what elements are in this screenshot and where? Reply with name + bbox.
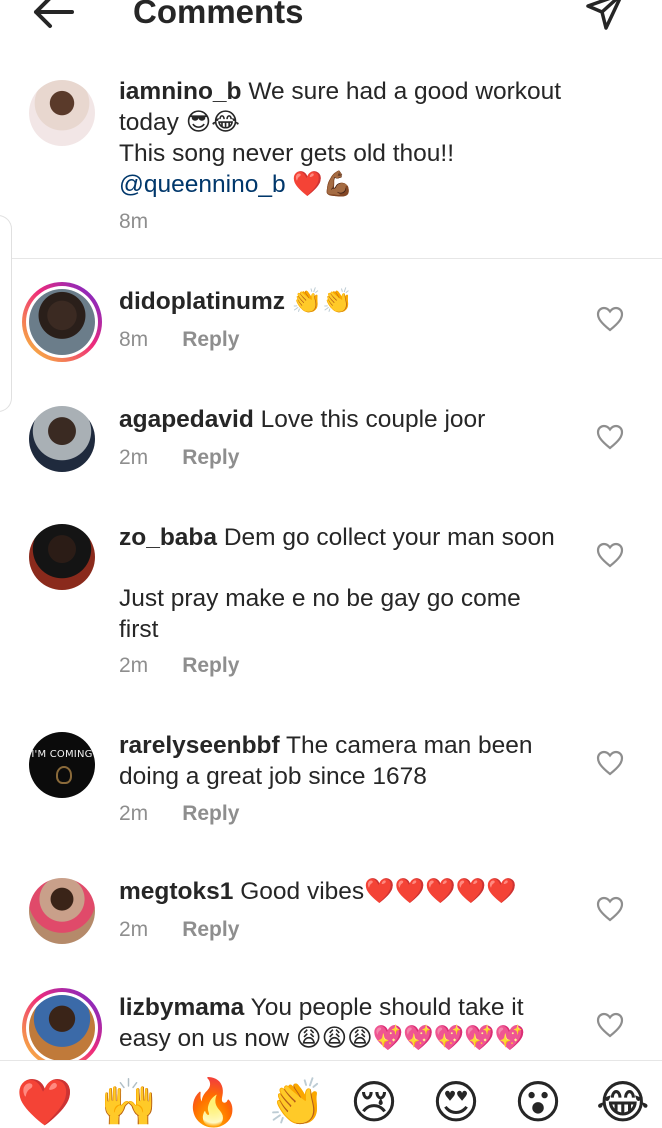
comment-time: 2m [119,918,149,941]
send-icon[interactable] [582,0,628,34]
comment-text-line2: doing a great job since 1678 [119,763,427,790]
divider [0,258,662,259]
heart-icon[interactable] [596,1012,624,1038]
comment-time: 8m [119,328,149,351]
caption-time: 8m [119,210,149,233]
reply-button[interactable]: Reply [182,802,239,825]
avatar[interactable] [29,80,95,146]
comment-text: Dem go collect your man soon [217,524,555,551]
heart-icon[interactable] [596,896,624,922]
comment-text: Good vibes❤️❤️❤️❤️❤️ [233,878,517,905]
avatar[interactable] [29,524,95,590]
comment-time: 2m [119,654,149,677]
avatar[interactable] [29,406,95,472]
emoji-reaction-bar: ❤️ 🙌 🔥 👏 😢 😍 😮 😂 [0,1060,662,1125]
emoji-clap-button[interactable]: 👏 [268,1079,325,1125]
comment-text-line2: easy on us now 😩😩😩💖💖💖💖💖 [119,1025,526,1052]
emoji-surprised-button[interactable]: 😮 [514,1079,562,1125]
comment-time: 2m [119,802,149,825]
avatar-emblem [56,766,72,784]
emoji-raising-hands-button[interactable]: 🙌 [100,1079,157,1125]
story-ring[interactable] [22,988,102,1068]
comment-text: Love this couple joor [253,406,486,433]
caption-text: We sure had a good workout [241,78,562,105]
avatar [29,995,95,1061]
header-bar: Comments [0,0,662,40]
comment-username[interactable]: megtoks1 [119,878,233,905]
heart-icon[interactable] [596,750,624,776]
emoji-crying-button[interactable]: 😢 [350,1079,398,1125]
comment-text: You people should take it [244,994,524,1021]
comment-username[interactable]: zo_baba [119,524,217,551]
caption-emoji: ❤️💪🏾 [285,171,354,198]
emoji-laughing-button[interactable]: 😂 [596,1079,650,1125]
reply-button[interactable]: Reply [182,654,239,677]
heart-icon[interactable] [596,306,624,332]
mention-link[interactable]: @queennino_b [119,171,286,198]
avatar-label: I'M COMING [31,749,93,760]
back-arrow-icon[interactable] [28,0,78,30]
page-title: Comments [133,0,304,30]
comment-text-line2: Just pray make e no be gay go come [119,585,521,612]
side-panel-handle[interactable] [0,215,12,412]
comment-username[interactable]: didoplatinumz [119,288,285,315]
heart-icon[interactable] [596,542,624,568]
avatar [29,289,95,355]
comment-text: The camera man been [279,732,533,759]
comment-username[interactable]: rarelyseenbbf [119,732,280,759]
avatar[interactable]: I'M COMING [29,732,95,798]
caption-text-line3: This song never gets old thou!! [119,140,455,167]
avatar[interactable] [29,878,95,944]
reply-button[interactable]: Reply [182,918,239,941]
reply-button[interactable]: Reply [182,328,239,351]
caption-username[interactable]: iamnino_b [119,78,242,105]
emoji-heart-button[interactable]: ❤️ [16,1079,73,1125]
reply-button[interactable]: Reply [182,446,239,469]
comment-username[interactable]: agapedavid [119,406,254,433]
comment-text-line3: first [119,616,159,643]
story-ring[interactable] [22,282,102,362]
comment-text: 👏👏 [285,288,353,315]
caption-text-line2: today 😎😂 [119,109,240,136]
comment-time: 2m [119,446,149,469]
emoji-fire-button[interactable]: 🔥 [184,1079,241,1125]
comment-username[interactable]: lizbymama [119,994,244,1021]
heart-icon[interactable] [596,424,624,450]
emoji-heart-eyes-button[interactable]: 😍 [432,1079,480,1125]
